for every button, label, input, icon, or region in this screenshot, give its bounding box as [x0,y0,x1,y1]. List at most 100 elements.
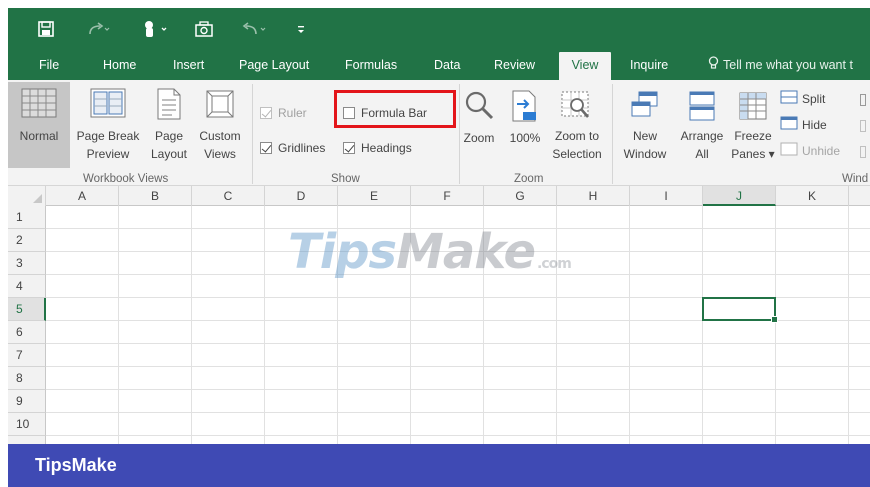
column-header-b[interactable]: B [119,186,192,206]
gridlines-checkbox[interactable]: Gridlines [260,141,325,155]
camera-icon[interactable] [194,18,214,40]
column-headers: ABCDEFGHIJK [8,186,870,206]
tab-file[interactable]: File [33,52,65,80]
zoom-label: Zoom [463,131,495,145]
page-layout-icon [147,88,191,123]
watermark-com: .com [537,256,572,272]
hide-icon [780,116,798,133]
title-bar [8,8,870,52]
save-icon[interactable] [38,18,54,40]
watermark-tips: Tips [288,224,397,280]
page-break-label-2: Preview [86,147,130,161]
tab-data[interactable]: Data [428,52,466,80]
lightbulb-icon [708,53,719,79]
tell-me-text: Tell me what you want t [723,58,853,72]
column-header-i[interactable]: I [630,186,703,206]
undo-icon[interactable] [242,18,268,40]
row-header-2[interactable]: 2 [8,229,46,252]
group-separator [612,84,613,184]
touch-mouse-icon[interactable] [142,18,168,40]
custom-views-button[interactable]: Custom Views [194,82,246,168]
tell-me-search[interactable]: Tell me what you want t [708,52,853,80]
row-gridline [46,412,870,413]
row-header-4[interactable]: 4 [8,275,46,298]
zoom-button[interactable]: Zoom [457,82,501,168]
zoom-100-icon [505,90,545,125]
headings-checkbox[interactable]: Headings [343,141,412,155]
worksheet-grid[interactable]: ABCDEFGHIJK 1 2 3 4 5 6 7 8 9 10 TipsMake .com [8,186,870,444]
column-gridline [775,206,776,444]
column-header-h[interactable]: H [557,186,630,206]
zoom-to-selection-button[interactable]: Zoom to Selection [546,82,608,168]
row-header-7[interactable]: 7 [8,344,46,367]
row-header-10[interactable]: 10 [8,413,46,436]
row-header-8[interactable]: 8 [8,367,46,390]
gridlines-label: Gridlines [278,141,326,155]
column-header-d[interactable]: D [265,186,338,206]
sync-scrolling-icon[interactable] [860,120,866,132]
select-all-corner[interactable] [8,186,46,206]
new-window-label-2: Window [623,147,667,161]
reset-window-icon[interactable] [860,146,866,158]
zoom-selection-label-1: Zoom to [554,129,599,143]
gridlines-check-box [260,142,272,154]
headings-label: Headings [361,141,412,155]
row-gridline [46,389,870,390]
zoom-selection-label-2: Selection [552,147,602,161]
column-header-f[interactable]: F [411,186,484,206]
excel-window: File Home Insert Page Layout Formulas Da… [8,8,870,487]
new-window-button[interactable]: New Window [618,82,672,168]
column-gridline [191,206,192,444]
magnifier-icon [457,90,501,125]
row-header-6[interactable]: 6 [8,321,46,344]
column-header-a[interactable]: A [46,186,119,206]
page-break-preview-icon [72,88,144,121]
zoom-100-button[interactable]: 100% [505,82,545,168]
view-side-by-side-icon[interactable] [860,94,866,106]
tab-insert[interactable]: Insert [167,52,210,80]
row-header-9[interactable]: 9 [8,390,46,413]
hide-button[interactable]: Hide [780,116,827,133]
row-header-5[interactable]: 5 [8,298,46,321]
ribbon: Normal Page Break Preview Page Layout Cu… [8,80,870,186]
watermark-make: Make [396,224,536,280]
split-button[interactable]: Split [780,90,825,107]
freeze-panes-label-2: Panes ▾ [731,147,775,161]
page-layout-view-button[interactable]: Page Layout [147,82,191,168]
footer-bar: TipsMake [8,444,870,487]
column-header-c[interactable]: C [192,186,265,206]
normal-view-label: Normal [19,129,59,143]
freeze-panes-button[interactable]: Freeze Panes ▾ [729,82,777,168]
redo-icon[interactable] [88,18,110,40]
normal-view-button[interactable]: Normal [8,82,70,168]
row-header-3[interactable]: 3 [8,252,46,275]
tab-view[interactable]: View [559,52,611,80]
customize-qat-icon[interactable] [296,18,306,40]
tab-home[interactable]: Home [97,52,142,80]
column-header-j[interactable]: J [703,186,776,206]
headings-check-box [343,142,355,154]
unhide-button[interactable]: Unhide [780,142,840,159]
column-gridline [264,206,265,444]
normal-view-icon [8,88,70,121]
arrange-all-label-2: All [695,147,709,161]
page-break-label-1: Page Break [76,129,140,143]
zoom-100-label: 100% [509,131,541,145]
arrange-all-label-1: Arrange [680,129,724,143]
tab-review[interactable]: Review [488,52,541,80]
page-break-preview-button[interactable]: Page Break Preview [72,82,144,168]
arrange-all-button[interactable]: Arrange All [675,82,729,168]
row-header-1[interactable]: 1 [8,206,46,229]
window-group-label: Wind [842,173,869,185]
column-header-e[interactable]: E [338,186,411,206]
ruler-checkbox[interactable]: Ruler [260,106,307,120]
column-header-k[interactable]: K [776,186,849,206]
zoom-group-label: Zoom [514,173,544,185]
row-header-partial [8,436,46,444]
column-header-g[interactable]: G [484,186,557,206]
tab-inquire[interactable]: Inquire [624,52,674,80]
tab-page-layout[interactable]: Page Layout [233,52,315,80]
row-gridline [46,343,870,344]
active-cell[interactable] [702,297,778,323]
tab-formulas[interactable]: Formulas [339,52,403,80]
